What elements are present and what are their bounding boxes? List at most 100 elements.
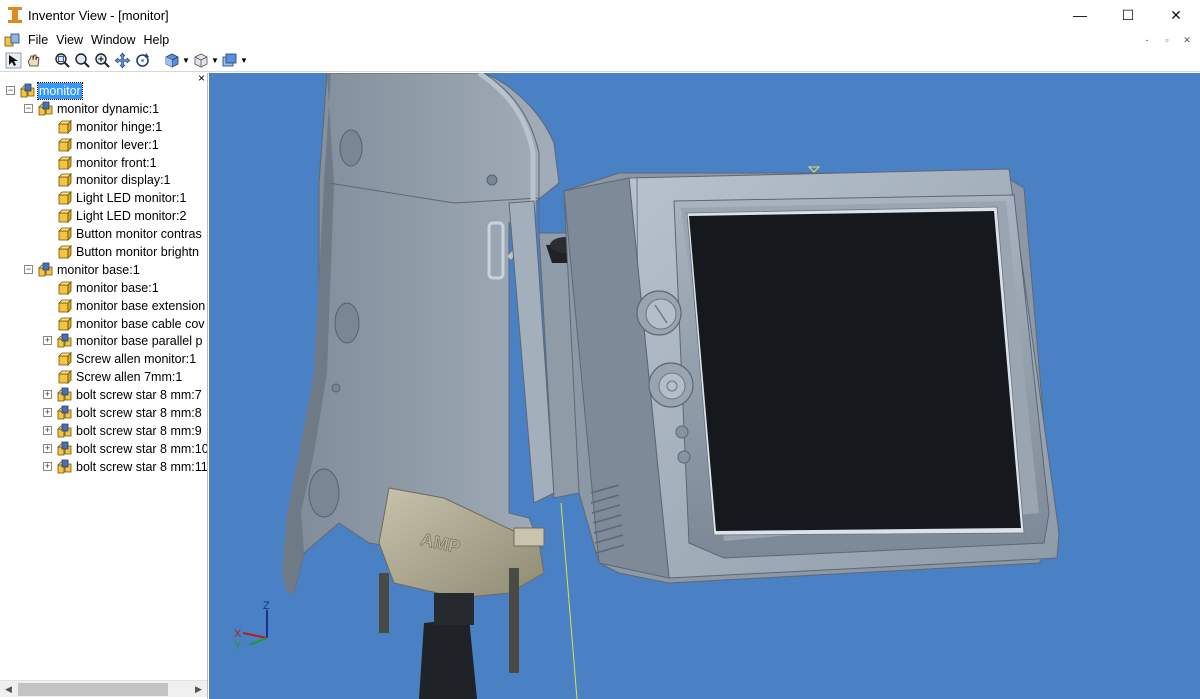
tree-node[interactable]: monitor front:1 [0, 154, 207, 172]
tree-node-label[interactable]: monitor display:1 [75, 172, 172, 188]
tree-node-label[interactable]: bolt screw star 8 mm:7 [75, 387, 203, 403]
part-icon [58, 280, 72, 295]
expand-icon[interactable]: + [43, 443, 52, 453]
tree-node-label[interactable]: bolt screw star 8 mm:9 [75, 423, 203, 439]
tree-node-label[interactable]: monitor front:1 [75, 155, 158, 171]
scrollbar-thumb[interactable] [18, 683, 168, 696]
part-icon [58, 227, 72, 242]
tree-node-label[interactable]: monitor base:1 [75, 280, 160, 296]
menu-bar: File View Window Help - ▫ ✕ [0, 30, 1200, 50]
tree-node-label[interactable]: monitor dynamic:1 [56, 101, 160, 117]
section-button[interactable] [191, 51, 210, 70]
collapse-icon[interactable]: − [6, 86, 15, 95]
tree-node[interactable]: Screw allen 7mm:1 [0, 368, 207, 386]
tree-node-label[interactable]: Button monitor contras [75, 226, 203, 242]
expand-icon[interactable]: + [43, 390, 52, 400]
tree-node-label[interactable]: monitor base cable cov [75, 316, 206, 332]
tree-node[interactable]: Light LED monitor:2 [0, 207, 207, 225]
tree-node[interactable]: − monitor dynamic:1 [0, 100, 207, 118]
tree-node[interactable]: + bolt screw star 8 mm:10 [0, 440, 207, 458]
menu-file[interactable]: File [24, 33, 52, 47]
collapse-icon[interactable]: − [24, 103, 33, 113]
tree-node[interactable]: Light LED monitor:1 [0, 189, 207, 207]
expand-icon[interactable]: + [43, 425, 52, 435]
view-cube-icon [165, 53, 179, 68]
menu-view[interactable]: View [52, 33, 87, 47]
display-mode-dropdown[interactable]: ▼ [240, 51, 248, 70]
display-mode-icon [222, 53, 237, 67]
title-bar: Inventor View - [monitor] — ☐ ✕ [0, 0, 1200, 30]
part-icon [58, 137, 72, 152]
tree-node-label[interactable]: Light LED monitor:1 [75, 190, 187, 206]
tree-node[interactable]: monitor hinge:1 [0, 118, 207, 136]
axis-z-label: Z [263, 600, 270, 612]
tree-node-label[interactable]: bolt screw star 8 mm:11 [75, 459, 207, 475]
view-cube-dropdown[interactable]: ▼ [182, 51, 190, 70]
tree-node-label[interactable]: monitor [37, 82, 83, 100]
tree-node-label[interactable]: monitor base extension [75, 298, 206, 314]
section-dropdown[interactable]: ▼ [211, 51, 219, 70]
model-tree: − monitor − monitor dynamic:1 monitor hinge:… [0, 82, 207, 476]
tree-node[interactable]: monitor base:1 [0, 279, 207, 297]
display-mode-button[interactable] [220, 51, 239, 70]
expand-icon[interactable]: + [43, 336, 52, 346]
assembly-icon [38, 262, 53, 277]
led-light-1 [675, 425, 689, 439]
tree-node-label[interactable]: monitor base parallel p [75, 333, 203, 349]
tree-node[interactable]: + bolt screw star 8 mm:9 [0, 422, 207, 440]
tree-node[interactable]: monitor base cable cov [0, 315, 207, 333]
tree-node[interactable]: − monitor [0, 82, 207, 100]
tree-node[interactable]: Button monitor brightn [0, 243, 207, 261]
maximize-button[interactable]: ☐ [1104, 0, 1152, 30]
mdi-restore-button[interactable]: ▫ [1158, 32, 1176, 48]
collapse-icon[interactable]: − [24, 264, 33, 274]
tree-node[interactable]: + bolt screw star 8 mm:7 [0, 386, 207, 404]
menu-help[interactable]: Help [140, 33, 174, 47]
scroll-right-arrow-icon[interactable]: ▶ [190, 681, 207, 698]
zoom-fit-icon [95, 53, 110, 68]
mdi-minimize-button[interactable]: - [1138, 32, 1156, 48]
tree-node-label[interactable]: Screw allen 7mm:1 [75, 369, 183, 385]
scroll-left-arrow-icon[interactable]: ◀ [0, 681, 17, 698]
monitor-model-render: AMP Z X Y [234, 73, 1060, 699]
zoom-fit-button[interactable] [93, 51, 112, 70]
select-tool-button[interactable] [4, 51, 23, 70]
tree-node-label[interactable]: bolt screw star 8 mm:10 [75, 441, 207, 457]
pan-tool-button[interactable] [24, 51, 43, 70]
tree-node[interactable]: + bolt screw star 8 mm:11 [0, 458, 207, 476]
rotate-button[interactable] [133, 51, 152, 70]
tree-node[interactable]: + bolt screw star 8 mm:8 [0, 404, 207, 422]
tree-node[interactable]: + monitor base parallel p [0, 332, 207, 350]
mdi-close-button[interactable]: ✕ [1178, 32, 1196, 48]
assembly-icon [57, 387, 72, 402]
tree-node[interactable]: monitor lever:1 [0, 136, 207, 154]
3d-viewport[interactable]: AMP Z X Y [209, 73, 1200, 699]
close-button[interactable]: ✕ [1152, 0, 1200, 30]
tree-node-label[interactable]: Screw allen monitor:1 [75, 351, 197, 367]
monitor-display-part [673, 194, 1050, 559]
tree-node-label[interactable]: bolt screw star 8 mm:8 [75, 405, 203, 421]
expand-icon[interactable]: + [43, 408, 52, 418]
tree-node[interactable]: − monitor base:1 [0, 261, 207, 279]
move-button[interactable] [113, 51, 132, 70]
expand-icon[interactable]: + [43, 461, 52, 471]
tree-node-label[interactable]: monitor hinge:1 [75, 119, 163, 135]
tree-node-label[interactable]: Button monitor brightn [75, 244, 200, 260]
tree-node[interactable]: Screw allen monitor:1 [0, 350, 207, 368]
assembly-icon [20, 83, 35, 98]
horizontal-scrollbar[interactable]: ◀ ▶ [0, 680, 207, 697]
view-cube-button[interactable] [162, 51, 181, 70]
minimize-button[interactable]: — [1056, 0, 1104, 30]
menu-window[interactable]: Window [87, 33, 139, 47]
tree-node-label[interactable]: monitor base:1 [56, 262, 141, 278]
tree-node-label[interactable]: Light LED monitor:2 [75, 208, 187, 224]
assembly-icon [38, 101, 53, 116]
model-browser-panel: × − monitor − monitor dynamic:1 monitor hing… [0, 73, 208, 699]
tree-node[interactable]: monitor display:1 [0, 171, 207, 189]
tree-node-label[interactable]: monitor lever:1 [75, 137, 160, 153]
tree-node[interactable]: Button monitor contras [0, 225, 207, 243]
tree-node[interactable]: monitor base extension [0, 297, 207, 315]
zoom-window-button[interactable] [53, 51, 72, 70]
zoom-button[interactable] [73, 51, 92, 70]
part-icon [58, 298, 72, 313]
